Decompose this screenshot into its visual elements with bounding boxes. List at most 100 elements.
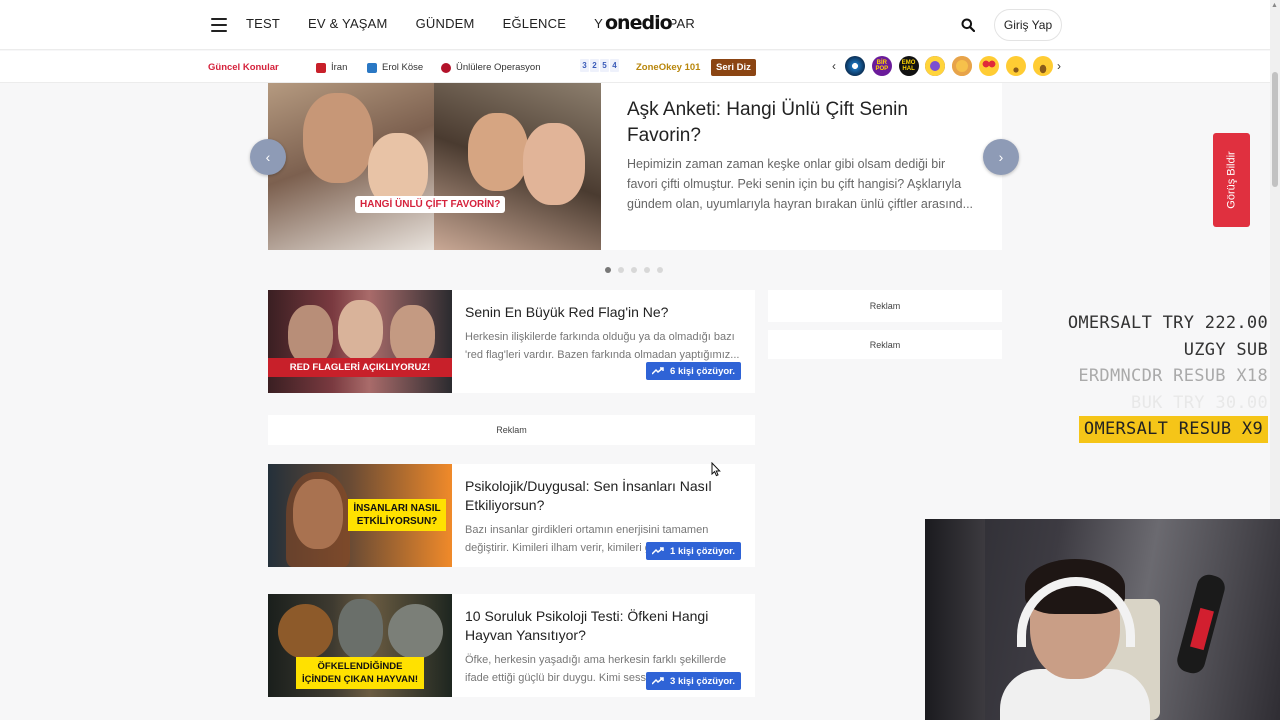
crying-emoji-icon[interactable] <box>1005 56 1026 76</box>
trending-operasyon[interactable]: Ünlülere Operasyon <box>441 62 541 73</box>
card-title[interactable]: 10 Soruluk Psikoloji Testi: Öfkeni Hangi… <box>465 607 735 645</box>
alert-line-highlight: OMERSALT RESUB X9 <box>1078 416 1268 443</box>
trending-up-icon <box>652 367 664 375</box>
ad-slot[interactable]: Reklam <box>768 290 1002 322</box>
number-tile: 3 <box>580 59 589 72</box>
bir-pop-icon[interactable]: BİR POP <box>871 56 892 76</box>
scrollbar-thumb[interactable] <box>1272 72 1278 187</box>
slide-figure <box>303 93 373 183</box>
card-title[interactable]: Psikolojik/Duygusal: Sen İnsanları Nasıl… <box>465 477 735 515</box>
card-image-badge: RED FLAGLERİ AÇIKLIYORUZ! <box>268 358 452 377</box>
solving-badge[interactable]: 1 kişi çözüyor. <box>646 542 741 560</box>
chevron-left-icon[interactable]: ‹ <box>832 59 836 73</box>
slide-figure <box>523 123 585 205</box>
slider-dot[interactable] <box>644 267 650 273</box>
solving-label: 3 kişi çözüyor. <box>670 675 735 687</box>
slide-description: Hepimizin zaman zaman keşke onlar gibi o… <box>627 157 974 211</box>
slide-image[interactable]: HANGİ ÜNLÜ ÇİFT FAVORİN? <box>268 83 601 250</box>
slider-dot[interactable] <box>618 267 624 273</box>
monkey-emoji-icon[interactable] <box>952 56 973 76</box>
card-title[interactable]: Senin En Büyük Red Flag'in Ne? <box>465 303 735 322</box>
chevron-left-icon: ‹ <box>265 149 271 165</box>
trending-bar: Güncel Konular İran Erol Köse Ünlülere O… <box>0 51 1270 83</box>
trending-iran[interactable]: İran <box>316 62 347 73</box>
emo-hal-icon[interactable]: EMO HAL <box>898 56 919 76</box>
mouse-cursor-icon <box>711 462 721 477</box>
slide-title[interactable]: Aşk Anketi: Hangi Ünlü Çift Senin Favori… <box>627 97 967 149</box>
trending-label: İran <box>331 62 348 73</box>
nav-test[interactable]: TEST <box>246 16 280 31</box>
seri-diz-button[interactable]: Seri Diz <box>711 59 756 76</box>
number-tile: 2 <box>590 59 599 72</box>
scroll-up-icon[interactable]: ▲ <box>1271 2 1278 9</box>
stream-alerts: OMERSALT TRY 222.00 UZGY SUB ERDMNCDR RE… <box>1068 310 1268 443</box>
feedback-tab[interactable]: Görüş Bildir <box>1213 133 1250 227</box>
alert-line: BUK TRY 30.00 <box>1131 392 1268 413</box>
login-button[interactable]: Giriş Yap <box>994 9 1062 41</box>
smiling-emoji-icon[interactable] <box>1032 56 1053 76</box>
menu-icon[interactable] <box>211 18 227 32</box>
webcam-background <box>925 519 985 720</box>
test-card[interactable]: ÖFKELENDİĞİNDE İÇİNDEN ÇIKAN HAYVAN! 10 … <box>268 594 755 697</box>
number-tile: 4 <box>610 59 619 72</box>
ad-slot[interactable]: Reklam <box>768 330 1002 359</box>
card-image[interactable]: ÖFKELENDİĞİNDE İÇİNDEN ÇIKAN HAYVAN! <box>268 594 452 697</box>
nav-eglence[interactable]: EĞLENCE <box>503 16 567 31</box>
card-image-badge: İNSANLARI NASIL ETKİLİYORSUN? <box>348 499 446 531</box>
zoneokey-link[interactable]: ZoneOkey 101 <box>636 62 700 73</box>
card-figure <box>338 599 383 659</box>
trending-up-icon <box>652 677 664 685</box>
card-figure <box>388 604 443 659</box>
bir-pop-label: BİR POP <box>875 60 889 72</box>
search-icon[interactable] <box>961 18 975 32</box>
card-image[interactable]: İNSANLARI NASIL ETKİLİYORSUN? <box>268 464 452 567</box>
site-header: TEST EV & YAŞAM GÜNDEM EĞLENCE YEMEK PAR… <box>0 0 1270 50</box>
slider-dots <box>605 267 670 273</box>
slide-figure <box>468 113 528 191</box>
gamepad-emoji-icon[interactable] <box>925 56 946 76</box>
alert-line: ERDMNCDR RESUB X18 <box>1078 366 1268 386</box>
person-thumb-icon <box>367 62 377 73</box>
featured-slider[interactable]: HANGİ ÜNLÜ ÇİFT FAVORİN? Aşk Anketi: Han… <box>268 83 1002 250</box>
card-figure <box>390 305 435 365</box>
trending-label: Erol Köse <box>382 62 424 73</box>
slider-dot[interactable] <box>657 267 663 273</box>
nav-partial[interactable]: PAR <box>669 16 695 31</box>
alert-line: OMERSALT TRY 222.00 <box>1067 313 1268 333</box>
chevron-right-icon: › <box>998 149 1004 165</box>
slider-next-button[interactable]: › <box>983 139 1019 175</box>
solving-badge[interactable]: 6 kişi çözüyor. <box>646 362 741 380</box>
slide-image-badge: HANGİ ÜNLÜ ÇİFT FAVORİN? <box>355 196 506 213</box>
slider-prev-button[interactable]: ‹ <box>250 139 286 175</box>
solving-badge[interactable]: 3 kişi çözüyor. <box>646 672 741 690</box>
chevron-right-icon[interactable]: › <box>1057 59 1061 73</box>
card-description: Herkesin ilişkilerde farkında olduğu ya … <box>465 331 740 361</box>
trending-label: Ünlülere Operasyon <box>456 62 541 73</box>
alert-line: UZGY SUB <box>1183 339 1268 360</box>
slider-dot[interactable] <box>631 267 637 273</box>
slider-dot[interactable] <box>605 267 611 273</box>
webcam-overlay <box>925 519 1280 720</box>
iran-flag-icon <box>316 62 326 73</box>
trending-erol-kose[interactable]: Erol Köse <box>367 62 423 73</box>
zone-number-tiles[interactable]: 3 2 5 4 <box>580 59 620 72</box>
card-figure <box>288 305 333 365</box>
heart-eyes-emoji-icon[interactable] <box>978 56 999 76</box>
card-figure <box>278 604 333 659</box>
trending-up-icon <box>652 547 664 555</box>
card-figure <box>338 300 383 360</box>
solving-label: 6 kişi çözüyor. <box>670 365 735 377</box>
red-dot-icon <box>441 62 451 73</box>
emoji-reactions: BİR POP EMO HAL <box>845 56 1059 76</box>
test-card[interactable]: RED FLAGLERİ AÇIKLIYORUZ! Senin En Büyük… <box>268 290 755 393</box>
star-badge-icon[interactable] <box>845 56 865 76</box>
nav-ev-yasam[interactable]: EV & YAŞAM <box>308 16 388 31</box>
onedio-logo[interactable]: onedio <box>603 12 673 34</box>
ad-slot[interactable]: Reklam <box>268 415 755 445</box>
card-image-badge: ÖFKELENDİĞİNDE İÇİNDEN ÇIKAN HAYVAN! <box>296 657 424 689</box>
feedback-label: Görüş Bildir <box>1225 151 1238 209</box>
test-card[interactable]: İNSANLARI NASIL ETKİLİYORSUN? Psikolojik… <box>268 464 755 567</box>
nav-gundem[interactable]: GÜNDEM <box>416 16 475 31</box>
card-image[interactable]: RED FLAGLERİ AÇIKLIYORUZ! <box>268 290 452 393</box>
solving-label: 1 kişi çözüyor. <box>670 545 735 557</box>
